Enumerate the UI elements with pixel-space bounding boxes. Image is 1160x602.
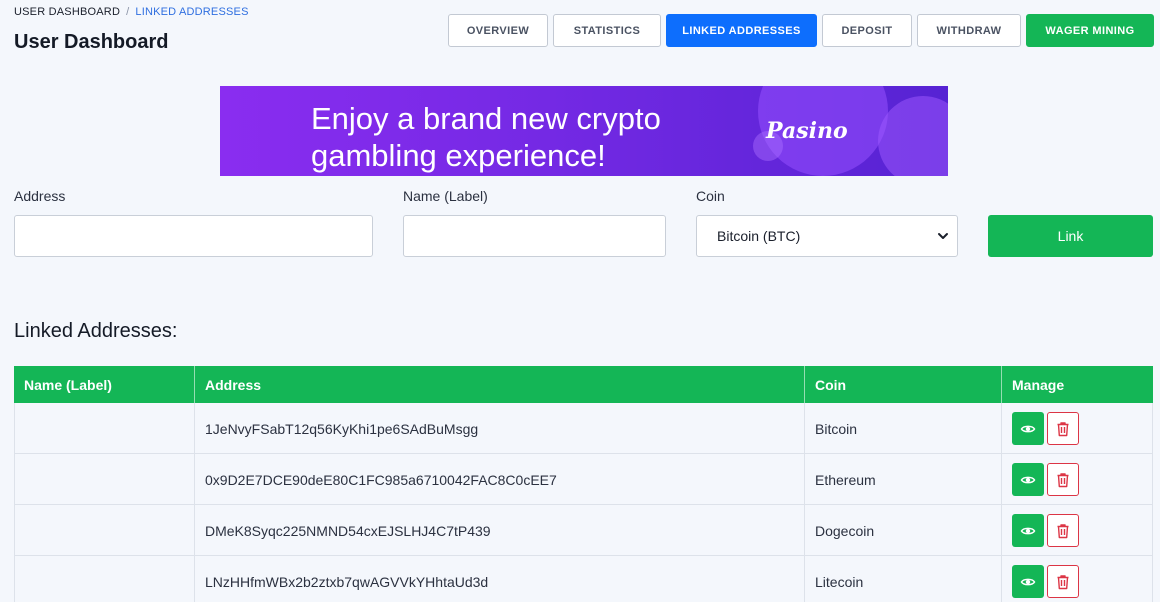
row-manage [1002, 505, 1153, 556]
tab-wager-mining[interactable]: WAGER MINING [1026, 14, 1154, 47]
delete-button[interactable] [1047, 565, 1079, 598]
column-header-name: Name (Label) [14, 366, 195, 403]
row-address: 1JeNvyFSabT12q56KyKhi1pe6SAdBuMsgg [195, 403, 805, 454]
row-name [14, 505, 195, 556]
coin-select-value: Bitcoin (BTC) [717, 228, 801, 244]
tab-deposit[interactable]: DEPOSIT [822, 14, 912, 47]
tab-overview[interactable]: OVERVIEW [448, 14, 548, 47]
table-row: 0x9D2E7DCE90deE80C1FC985a6710042FAC8C0cE… [14, 454, 1153, 505]
trash-icon [1057, 472, 1069, 487]
row-manage [1002, 403, 1153, 454]
eye-icon [1020, 527, 1036, 534]
row-manage [1002, 556, 1153, 602]
column-header-coin: Coin [805, 366, 1002, 403]
row-name [14, 403, 195, 454]
view-button[interactable] [1012, 412, 1044, 445]
name-label: Name (Label) [403, 188, 488, 204]
linked-addresses-table: Name (Label) Address Coin Manage 1JeNvyF… [14, 366, 1153, 602]
table-header: Name (Label) Address Coin Manage [14, 366, 1153, 403]
row-name [14, 556, 195, 602]
delete-button[interactable] [1047, 412, 1079, 445]
table-row: 1JeNvyFSabT12q56KyKhi1pe6SAdBuMsgg Bitco… [14, 403, 1153, 454]
trash-icon [1057, 574, 1069, 589]
tab-statistics[interactable]: STATISTICS [553, 14, 661, 47]
view-button[interactable] [1012, 565, 1044, 598]
column-header-address: Address [195, 366, 805, 403]
banner-decoration [878, 96, 948, 176]
tab-linked-addresses[interactable]: LINKED ADDRESSES [666, 14, 817, 47]
row-name [14, 454, 195, 505]
row-coin: Bitcoin [805, 403, 1002, 454]
eye-icon [1020, 476, 1036, 483]
banner-headline: Enjoy a brand new crypto gambling experi… [311, 101, 661, 173]
row-coin: Litecoin [805, 556, 1002, 602]
name-input[interactable] [403, 215, 666, 257]
delete-button[interactable] [1047, 463, 1079, 496]
table-row: LNzHHfmWBx2b2ztxb7qwAGVVkYHhtaUd3d Litec… [14, 556, 1153, 602]
trash-icon [1057, 523, 1069, 538]
promo-banner[interactable]: Enjoy a brand new crypto gambling experi… [220, 86, 948, 176]
table-row: DMeK8Syqc225NMND54cxEJSLHJ4C7tP439 Dogec… [14, 505, 1153, 556]
delete-button[interactable] [1047, 514, 1079, 547]
row-coin: Dogecoin [805, 505, 1002, 556]
coin-label: Coin [696, 188, 725, 204]
eye-icon [1020, 578, 1036, 585]
view-button[interactable] [1012, 514, 1044, 547]
trash-icon [1057, 421, 1069, 436]
row-address: DMeK8Syqc225NMND54cxEJSLHJ4C7tP439 [195, 505, 805, 556]
tab-withdraw[interactable]: WITHDRAW [917, 14, 1021, 47]
link-button[interactable]: Link [988, 215, 1153, 257]
row-manage [1002, 454, 1153, 505]
view-button[interactable] [1012, 463, 1044, 496]
linked-addresses-title: Linked Addresses: [14, 320, 178, 342]
column-header-manage: Manage [1012, 376, 1065, 393]
address-label: Address [14, 188, 66, 204]
banner-brand-logo: Pasino [766, 118, 848, 144]
address-input[interactable] [14, 215, 373, 257]
row-address: 0x9D2E7DCE90deE80C1FC985a6710042FAC8C0cE… [195, 454, 805, 505]
chevron-down-icon [938, 233, 948, 239]
eye-icon [1020, 425, 1036, 432]
dashboard-nav: OVERVIEW STATISTICS LINKED ADDRESSES DEP… [0, 14, 1160, 47]
row-address: LNzHHfmWBx2b2ztxb7qwAGVVkYHhtaUd3d [195, 556, 805, 602]
row-coin: Ethereum [805, 454, 1002, 505]
coin-select[interactable]: Bitcoin (BTC) [696, 215, 958, 257]
